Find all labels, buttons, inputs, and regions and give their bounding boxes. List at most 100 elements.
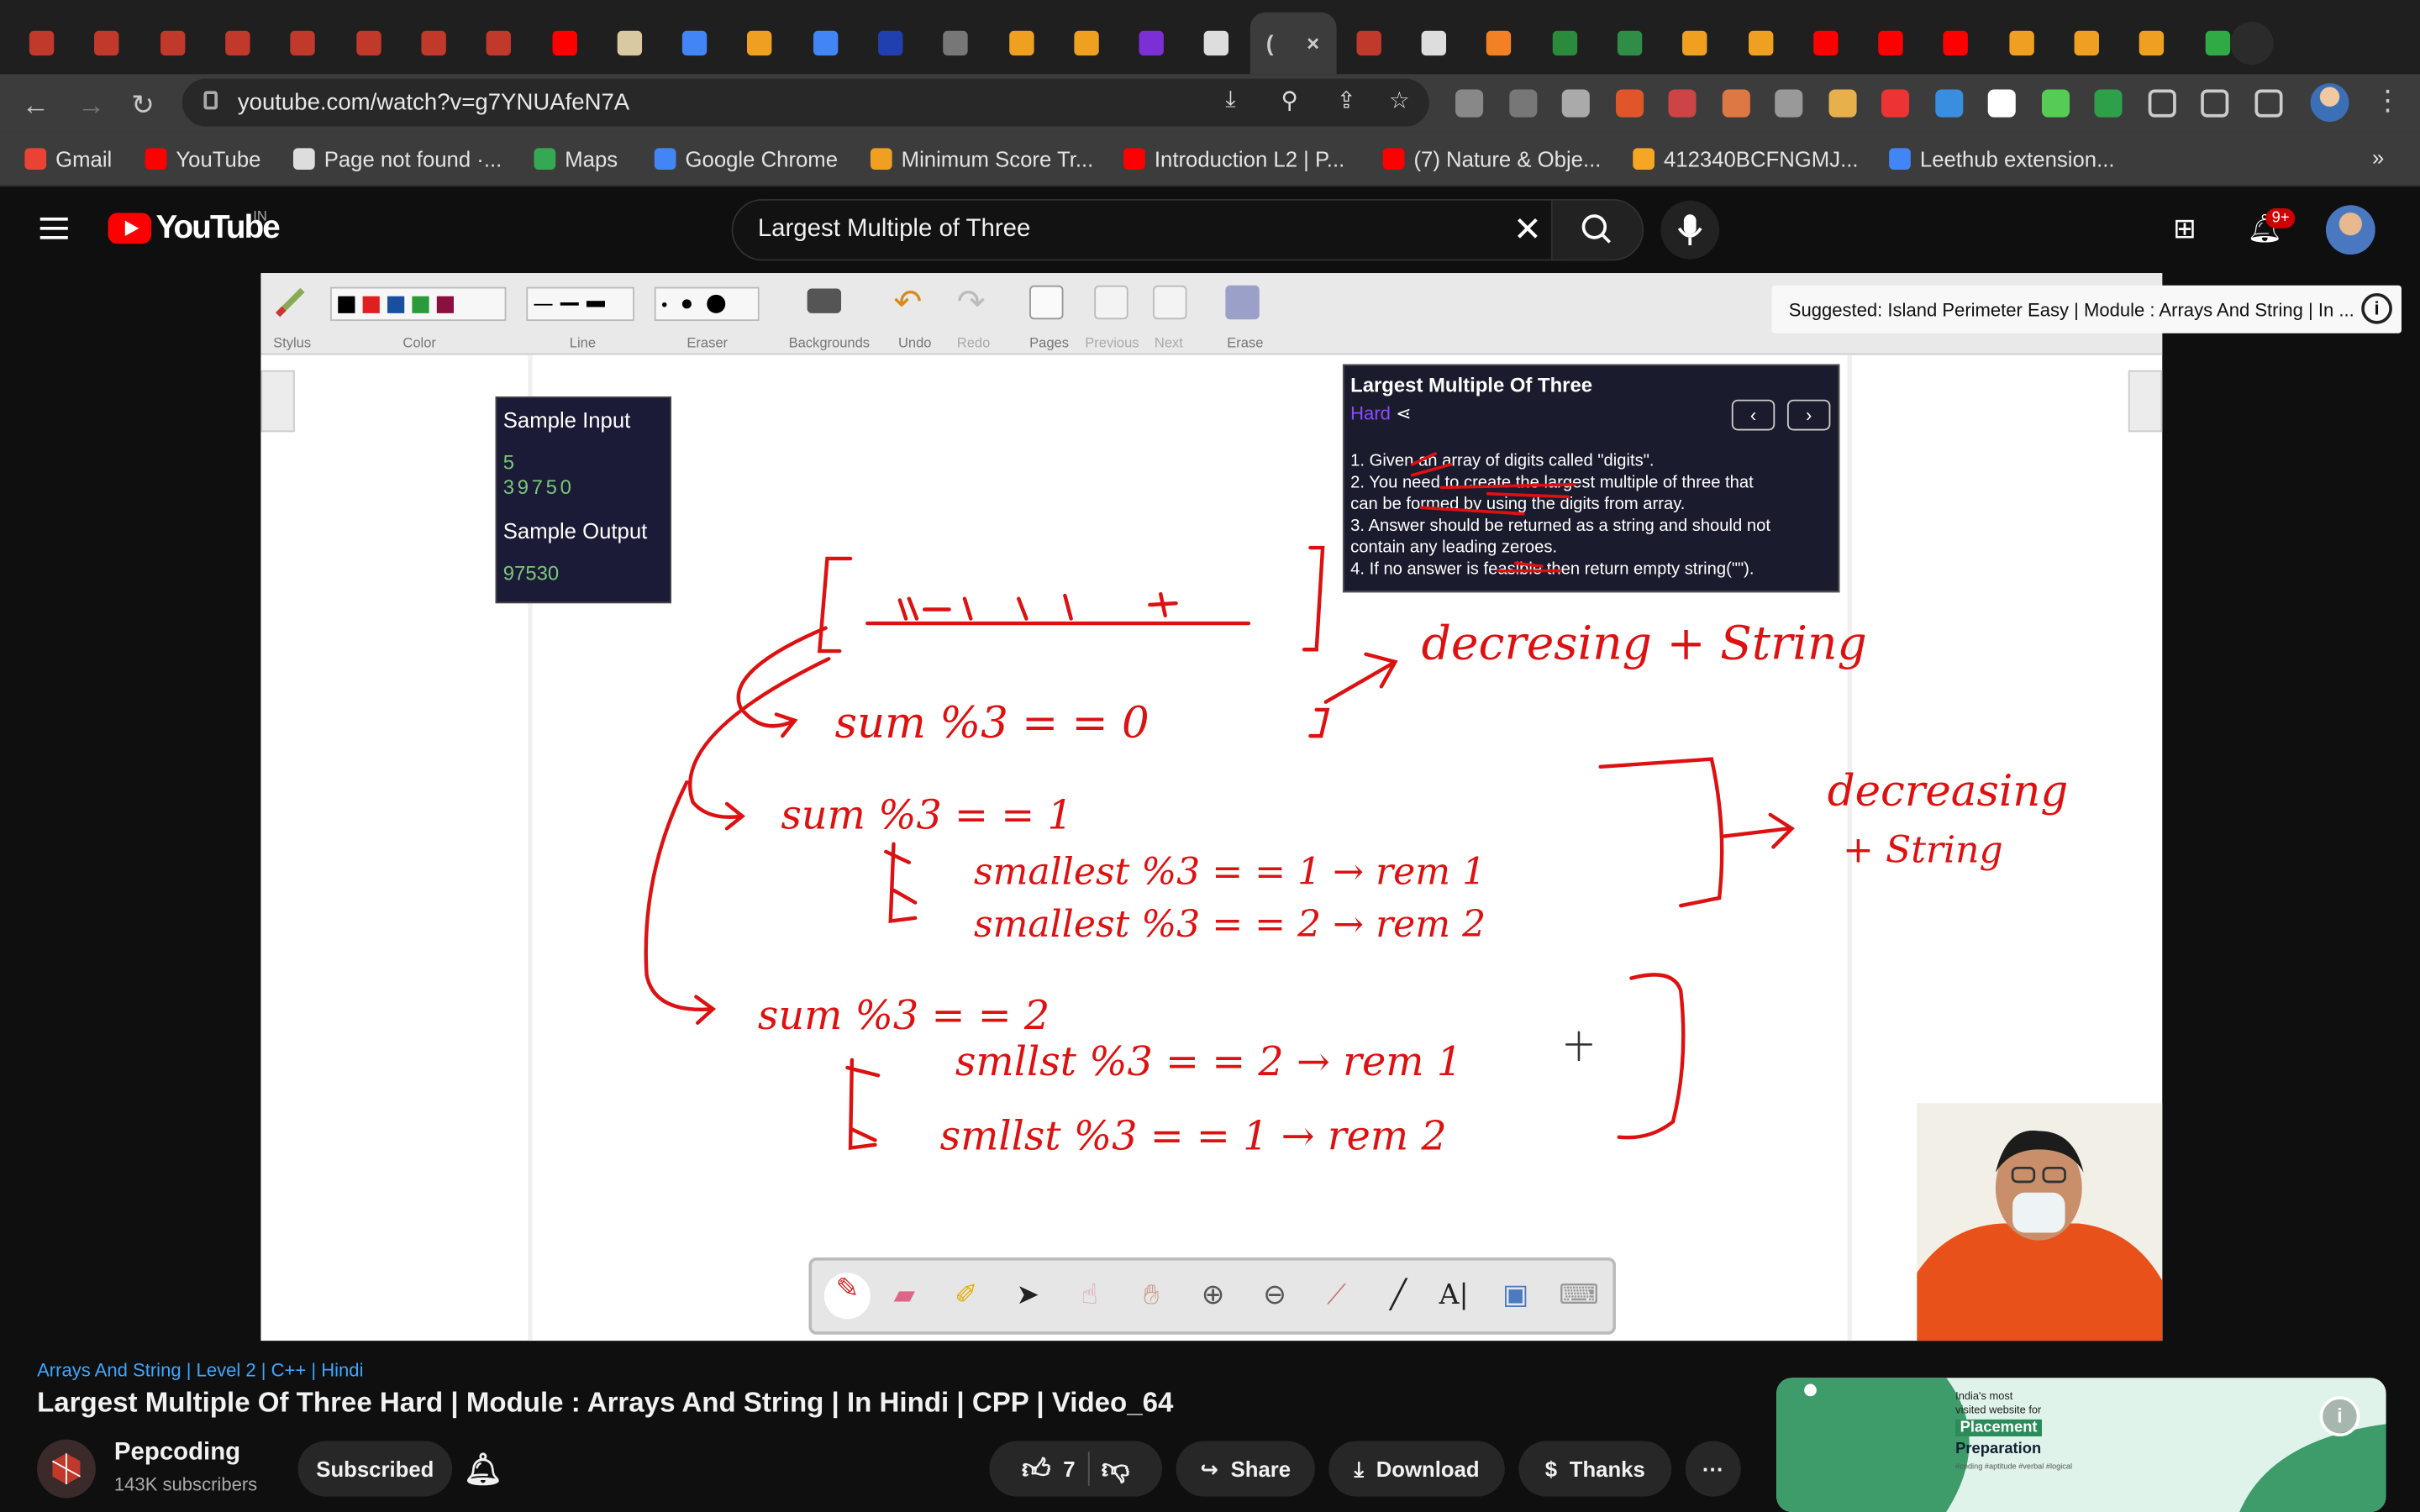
more-bookmarks-icon[interactable]: »: [2372, 145, 2384, 170]
interact-tool-icon[interactable]: ☝: [1071, 1279, 1108, 1316]
download-extension-icon[interactable]: [1934, 89, 1963, 118]
browser-tab[interactable]: [1728, 13, 1793, 74]
search-box[interactable]: Largest Multiple of Three ✕: [731, 198, 1565, 261]
browser-tab[interactable]: [139, 13, 205, 74]
extension-4-icon[interactable]: [1615, 89, 1644, 118]
bookmark-item[interactable]: Introduction L2 | P...: [1123, 146, 1344, 171]
channel-avatar[interactable]: [37, 1439, 96, 1499]
extension-2-icon[interactable]: [1508, 89, 1537, 118]
browser-tab[interactable]: [792, 13, 858, 74]
browser-tab[interactable]: [662, 13, 728, 74]
suggested-text[interactable]: Suggested: Island Perimeter Easy | Modul…: [1789, 299, 2354, 321]
extension-5-icon[interactable]: [1668, 89, 1697, 118]
highlighter-tool-icon[interactable]: ✐: [948, 1279, 985, 1316]
active-tab[interactable]: (×: [1249, 12, 1336, 75]
eraser-tool-icon[interactable]: ▰: [886, 1279, 923, 1316]
browser-menu-icon[interactable]: ⋮: [2374, 85, 2402, 118]
browser-tab[interactable]: [335, 13, 401, 74]
bookmark-item[interactable]: Maps: [534, 146, 618, 171]
bookmark-item[interactable]: YouTube: [145, 146, 260, 171]
browser-tab[interactable]: [532, 13, 597, 74]
extension-6-icon[interactable]: [1721, 89, 1749, 118]
close-tab-icon[interactable]: ×: [1307, 31, 1319, 55]
bell-icon[interactable]: 🔔︎: [460, 1441, 506, 1497]
bookmark-item[interactable]: Leethub extension...: [1889, 146, 2115, 171]
create-video-icon[interactable]: ⊞: [2173, 213, 2196, 245]
browser-tab[interactable]: [2119, 13, 2185, 74]
browser-tab[interactable]: [401, 13, 466, 74]
url-text[interactable]: youtube.com/watch?v=g7YNUAfeN7A: [238, 90, 629, 116]
chart-extension-icon[interactable]: [1775, 89, 1803, 118]
reload-icon[interactable]: ↻: [131, 90, 155, 123]
browser-tab[interactable]: [1662, 13, 1728, 74]
browser-tab[interactable]: [1923, 13, 1989, 74]
search-button[interactable]: [1550, 198, 1644, 261]
laser-pointer-icon[interactable]: ⟋: [1318, 1279, 1355, 1316]
bookmark-item[interactable]: 412340BCFNGMJ...: [1633, 146, 1859, 171]
extension-1-icon[interactable]: [1455, 89, 1484, 118]
browser-tab[interactable]: [205, 13, 271, 74]
back-icon[interactable]: ←: [22, 90, 50, 123]
subscribed-button[interactable]: Subscribed: [297, 1441, 453, 1497]
new-tab-button[interactable]: [2230, 21, 2274, 66]
browser-tab[interactable]: [1054, 13, 1119, 74]
download-button[interactable]: ⤓ Download: [1328, 1441, 1505, 1497]
bookmark-item[interactable]: Page not found ·...: [292, 146, 502, 171]
suggested-video-card[interactable]: Suggested: Island Perimeter Easy | Modul…: [1771, 285, 2402, 333]
browser-tab[interactable]: [988, 13, 1054, 74]
video-player[interactable]: Stylus Color Line Eraser Backgrounds ↶ U…: [260, 273, 2163, 1341]
play-extension-icon[interactable]: [1561, 89, 1590, 118]
bookmark-item[interactable]: Gmail: [24, 146, 112, 171]
browser-tab[interactable]: [1597, 13, 1663, 74]
reading-list-icon[interactable]: [2201, 89, 2229, 118]
browser-tab[interactable]: [1532, 13, 1597, 74]
capture-tool-icon[interactable]: ▣: [1497, 1279, 1534, 1316]
browser-tab[interactable]: [1466, 13, 1532, 74]
bookmark-star-icon[interactable]: ☆: [1389, 87, 1410, 114]
youtube-extension-icon[interactable]: [1881, 89, 1910, 118]
extension-8-icon[interactable]: [1828, 89, 1856, 118]
omnibox[interactable]: youtube.com/watch?v=g7YNUAfeN7A ⤓ ⚲ ⇪ ☆: [182, 78, 1429, 127]
hamburger-menu-icon[interactable]: [39, 217, 68, 239]
share-button[interactable]: ↪ Share: [1176, 1441, 1315, 1497]
bookmark-item[interactable]: (7) Nature & Obje...: [1382, 146, 1601, 171]
thanks-button[interactable]: $ Thanks: [1518, 1441, 1672, 1497]
zoom-in-icon[interactable]: ⊕: [1195, 1279, 1232, 1316]
install-icon[interactable]: ⤓: [1225, 87, 1235, 113]
browser-tab[interactable]: [1402, 13, 1467, 74]
browser-tab[interactable]: [1119, 13, 1185, 74]
video-hashtags[interactable]: Arrays And String | Level 2 | C++ | Hind…: [37, 1359, 363, 1381]
youtube-logo-icon[interactable]: [108, 213, 152, 244]
browser-tab[interactable]: [858, 13, 923, 74]
extension-12-icon[interactable]: [2041, 89, 2070, 118]
line-tool-icon[interactable]: ╱: [1380, 1279, 1417, 1316]
forward-icon[interactable]: →: [77, 90, 105, 123]
thumbs-down-icon[interactable]: 👎︎: [1102, 1452, 1130, 1485]
profile-avatar[interactable]: [2310, 83, 2349, 123]
like-count[interactable]: 7: [1063, 1457, 1075, 1481]
browser-tab[interactable]: [597, 13, 662, 74]
browser-tab[interactable]: [1989, 13, 2054, 74]
account-avatar[interactable]: [2325, 205, 2375, 255]
browser-tab[interactable]: [2054, 13, 2120, 74]
grammarly-icon[interactable]: [2094, 89, 2123, 118]
keyboard-icon[interactable]: ⌨: [1559, 1279, 1599, 1316]
search-input[interactable]: Largest Multiple of Three: [758, 216, 1031, 244]
browser-tab[interactable]: [75, 13, 140, 74]
hand-tool-icon[interactable]: ✋︎: [1133, 1279, 1170, 1316]
info-icon[interactable]: i: [2361, 292, 2392, 324]
thumbs-up-icon[interactable]: 👍︎: [1022, 1452, 1051, 1485]
extension-11-icon[interactable]: [1987, 89, 2016, 118]
channel-name[interactable]: Pepcoding: [114, 1440, 240, 1467]
browser-tab[interactable]: [1858, 13, 1923, 74]
browser-tab[interactable]: [271, 13, 336, 74]
clear-search-icon[interactable]: ✕: [1513, 210, 1542, 250]
browser-tab[interactable]: [923, 13, 989, 74]
bookmark-item[interactable]: Minimum Score Tr...: [870, 146, 1093, 171]
puzzle-extensions-icon[interactable]: [2147, 89, 2175, 118]
browser-tab[interactable]: [1793, 13, 1859, 74]
browser-tab[interactable]: [1336, 13, 1402, 74]
voice-search-button[interactable]: [1660, 200, 1720, 260]
browser-tab[interactable]: [466, 13, 532, 74]
zoom-out-icon[interactable]: ⊖: [1256, 1279, 1293, 1316]
